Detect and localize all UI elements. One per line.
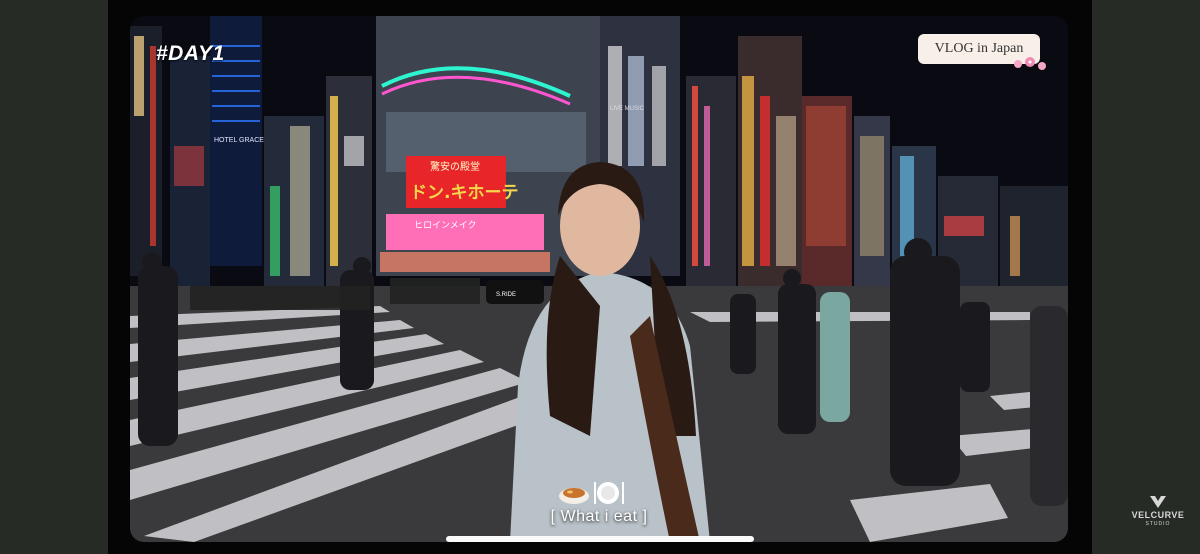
velcurve-watermark: VELCURVE STUDIO [1128,494,1188,530]
day-tag: #DAY1 [156,42,225,65]
cherry-blossom-icon [1014,57,1046,70]
svg-text:LIVE MUSIC: LIVE MUSIC [610,106,645,112]
velcurve-logo-icon [1150,496,1166,508]
watermark-sub: STUDIO [1145,521,1171,527]
svg-text:ヒロインメイク: ヒロインメイク [414,220,477,231]
caption-what-i-eat: [ What i eat ] [550,508,648,525]
right-sidebar [1092,0,1200,554]
food-bowl-icon [559,488,589,504]
svg-text:驚安の殿堂: 驚安の殿堂 [430,160,480,173]
caption-icons [559,482,624,504]
video-player[interactable]: HOTEL GRACERY 驚安の殿堂 ドン.キホーテ ヒロインメイク LIVE… [130,16,1068,542]
home-indicator[interactable] [446,536,754,542]
svg-text:ドン.キホーテ: ドン.キホーテ [410,183,518,203]
left-sidebar [0,0,108,554]
street-scene-image: HOTEL GRACERY 驚安の殿堂 ドン.キホーテ ヒロインメイク LIVE… [130,16,1068,542]
watermark-brand: VELCURVE [1131,510,1185,520]
plate-cutlery-icon [594,482,624,504]
svg-text:S.RIDE: S.RIDE [496,292,516,298]
